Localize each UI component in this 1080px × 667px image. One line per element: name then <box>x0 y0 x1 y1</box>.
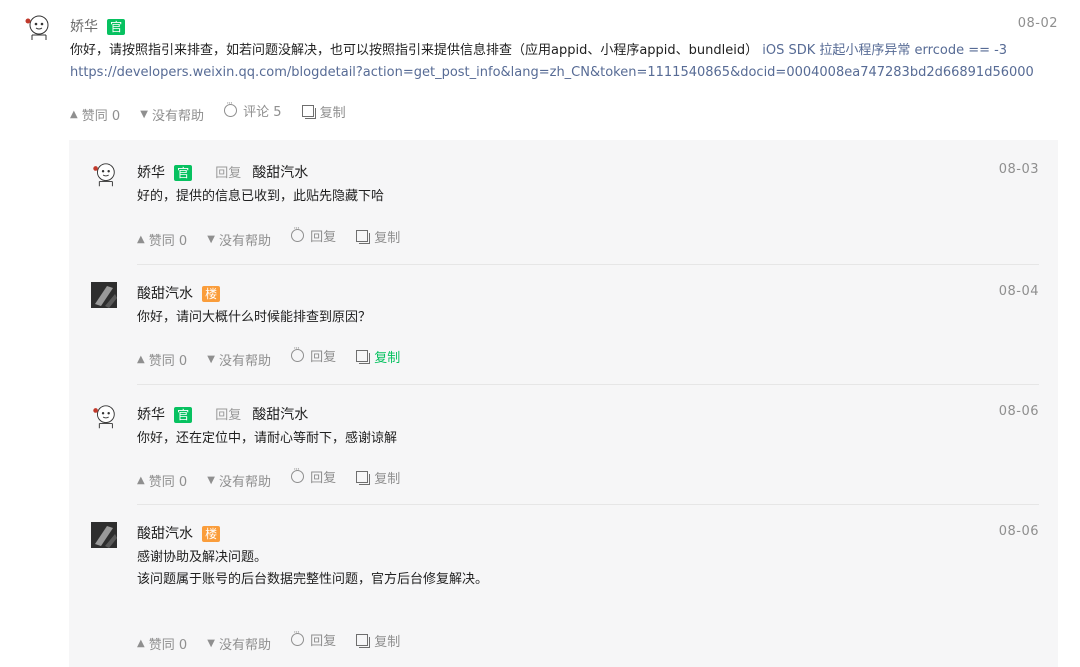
cat-avatar-icon <box>93 405 115 429</box>
reply-actions: ▲赞同 0 ▼没有帮助 回复 复制 <box>137 344 416 369</box>
reply-word: 回复 <box>215 166 242 181</box>
reply-text: 你好，还在定位中，请耐心等耐下，感谢谅解 <box>137 431 398 446</box>
reply-header: 娇华 官 回复 酸甜汽水 <box>137 404 308 424</box>
reply-button[interactable]: 回复 <box>291 465 336 486</box>
reply-avatar[interactable] <box>90 403 118 431</box>
photo-avatar-icon <box>91 282 117 308</box>
photo-avatar-icon <box>91 522 117 548</box>
reply-header: 娇华 官 回复 酸甜汽水 <box>137 162 308 182</box>
comment-button[interactable]: 评论 5 <box>224 99 282 120</box>
agree-button[interactable]: ▲ 赞同 0 <box>137 230 187 249</box>
cat-avatar-icon <box>25 15 49 40</box>
up-triangle-icon: ▲ <box>137 475 145 486</box>
post-date: 08-02 <box>1017 16 1058 31</box>
agree-button[interactable]: ▲ 赞同 0 <box>137 350 187 369</box>
copy-button[interactable]: 复制 <box>356 631 400 650</box>
author-avatar[interactable] <box>22 13 52 43</box>
reply-avatar[interactable] <box>91 282 117 308</box>
agree-button[interactable]: ▲ 赞同 0 <box>137 634 187 653</box>
down-triangle-icon: ▼ <box>207 638 215 649</box>
unhelpful-button[interactable]: ▼ 没有帮助 <box>207 471 271 490</box>
copy-icon <box>356 230 371 244</box>
reply-button[interactable]: 回复 <box>291 224 336 245</box>
unhelpful-button[interactable]: ▼ 没有帮助 <box>207 634 271 653</box>
reply-text-line1: 感谢协助及解决问题。 <box>137 550 268 565</box>
comment-icon <box>291 224 305 242</box>
up-triangle-icon: ▲ <box>137 354 145 365</box>
reply-date: 08-06 <box>998 524 1039 539</box>
reply-author[interactable]: 酸甜汽水 <box>137 526 193 542</box>
reply-author[interactable]: 娇华 <box>137 407 165 423</box>
copy-icon <box>356 471 371 485</box>
copy-button[interactable]: 复制 <box>301 102 346 121</box>
reply-button[interactable]: 回复 <box>291 344 336 365</box>
comment-icon <box>291 344 305 362</box>
copy-button[interactable]: 复制 <box>356 227 400 246</box>
reply-avatar[interactable] <box>90 161 118 189</box>
unhelpful-button[interactable]: ▼ 没有帮助 <box>207 230 271 249</box>
comment-icon <box>291 628 305 646</box>
agree-button[interactable]: ▲ 赞同 0 <box>70 105 120 124</box>
unhelpful-button[interactable]: ▼ 没有帮助 <box>207 350 271 369</box>
down-triangle-icon: ▼ <box>207 354 215 365</box>
up-triangle-icon: ▲ <box>70 109 78 120</box>
url-link[interactable]: https://developers.weixin.qq.com/blogdet… <box>70 63 1034 83</box>
author-name[interactable]: 娇华 <box>70 19 98 35</box>
post-header: 娇华 官 <box>70 16 126 36</box>
up-triangle-icon: ▲ <box>137 638 145 649</box>
unhelpful-button[interactable]: ▼ 没有帮助 <box>140 105 204 124</box>
reply-button[interactable]: 回复 <box>291 628 336 649</box>
cat-avatar-icon <box>93 163 115 187</box>
reply-date: 08-06 <box>998 404 1039 419</box>
copy-icon <box>356 350 371 364</box>
reply-word: 回复 <box>215 408 242 423</box>
reply-author[interactable]: 酸甜汽水 <box>137 286 193 302</box>
post-actions: ▲赞同 0 ▼没有帮助 评论 5 复制 <box>70 99 362 124</box>
comment-icon <box>224 99 238 117</box>
copy-icon <box>356 634 371 648</box>
down-triangle-icon: ▼ <box>207 475 215 486</box>
reply-avatar[interactable] <box>91 522 117 548</box>
divider <box>137 504 1039 505</box>
copy-button[interactable]: 复制 <box>356 468 400 487</box>
up-triangle-icon: ▲ <box>137 234 145 245</box>
floor-badge: 楼 <box>202 285 221 302</box>
reply-text: 好的，提供的信息已收到，此贴先隐藏下哈 <box>137 189 385 204</box>
divider <box>137 384 1039 385</box>
reply-text-line2: 该问题属于账号的后台数据完整性问题，官方后台修复解决。 <box>137 572 489 587</box>
comment-icon <box>291 465 305 483</box>
reply-header: 酸甜汽水 楼 <box>137 523 221 543</box>
guide-link[interactable]: iOS SDK 拉起小程序异常 errcode == -3 <box>762 43 1007 58</box>
reply-actions: ▲赞同 0 ▼没有帮助 回复 复制 <box>137 224 416 249</box>
reply-header: 酸甜汽水 楼 <box>137 283 221 303</box>
reply-date: 08-04 <box>998 284 1039 299</box>
reply-text: 你好，请问大概什么时候能排查到原因？ <box>137 310 372 325</box>
divider <box>137 264 1039 265</box>
floor-badge: 楼 <box>202 525 221 542</box>
reply-target[interactable]: 酸甜汽水 <box>252 407 308 423</box>
official-badge: 官 <box>174 406 193 423</box>
official-badge: 官 <box>174 164 193 181</box>
copy-button[interactable]: 复制 <box>356 347 400 366</box>
post-body-line1: 你好，请按照指引来排查，如若问题没解决，也可以按照指引来提供信息排查（应用app… <box>70 41 1007 61</box>
copy-icon <box>301 105 316 119</box>
reply-actions: ▲赞同 0 ▼没有帮助 回复 复制 <box>137 465 416 490</box>
post-text: 你好，请按照指引来排查，如若问题没解决，也可以按照指引来提供信息排查（应用app… <box>70 43 759 58</box>
official-badge: 官 <box>107 18 126 35</box>
reply-author[interactable]: 娇华 <box>137 165 165 181</box>
reply-date: 08-03 <box>998 162 1039 177</box>
down-triangle-icon: ▼ <box>207 234 215 245</box>
down-triangle-icon: ▼ <box>140 109 148 120</box>
agree-button[interactable]: ▲ 赞同 0 <box>137 471 187 490</box>
reply-actions: ▲赞同 0 ▼没有帮助 回复 复制 <box>137 628 416 653</box>
reply-target[interactable]: 酸甜汽水 <box>252 165 308 181</box>
